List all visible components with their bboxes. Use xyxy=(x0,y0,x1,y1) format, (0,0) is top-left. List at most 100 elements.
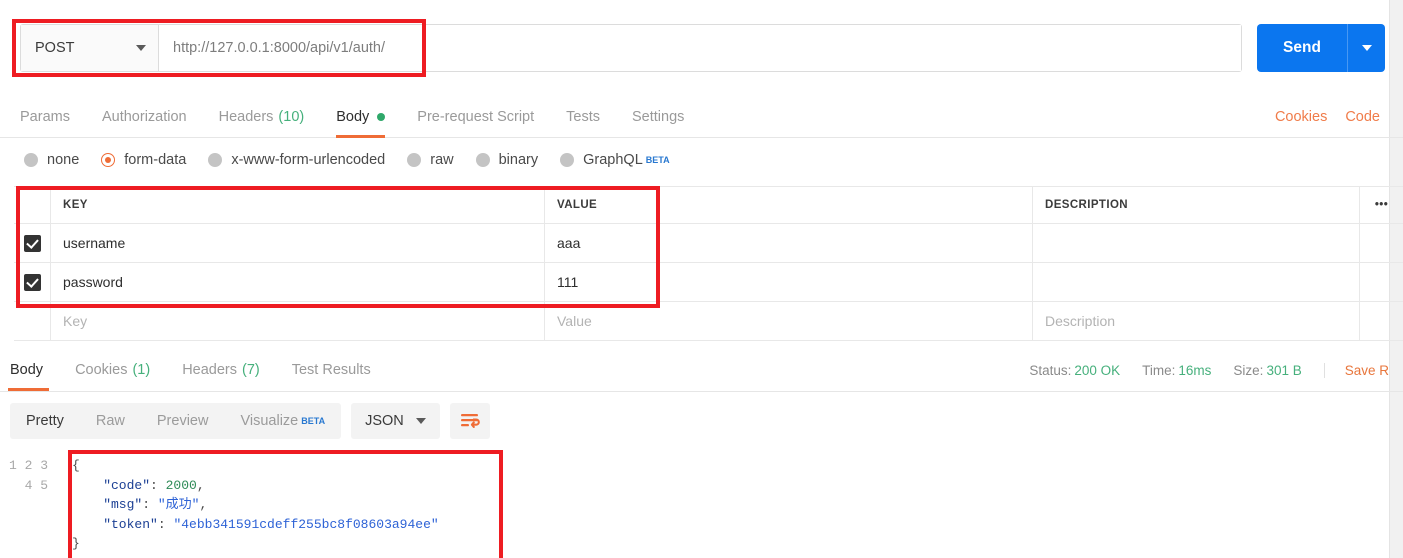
tab-tests[interactable]: Tests xyxy=(550,96,616,138)
response-format-label: JSON xyxy=(365,413,404,429)
row-value-input[interactable]: aaa xyxy=(544,224,1032,262)
view-pretty[interactable]: Pretty xyxy=(10,403,80,439)
response-tab-headers[interactable]: Headers (7) xyxy=(166,349,276,391)
view-raw[interactable]: Raw xyxy=(80,403,141,439)
tab-settings[interactable]: Settings xyxy=(616,96,700,138)
request-tabs: Params Authorization Headers (10) Body P… xyxy=(0,96,1403,138)
response-tab-cookies[interactable]: Cookies (1) xyxy=(59,349,166,391)
segment-label: Raw xyxy=(95,413,125,429)
radio-icon xyxy=(407,153,422,167)
json-open-brace: { xyxy=(72,458,80,473)
status-value: 200 OK xyxy=(1074,362,1121,378)
row-key-input[interactable]: password xyxy=(50,263,544,301)
row-checkbox[interactable] xyxy=(23,273,41,291)
header-checkbox-cell xyxy=(14,187,50,223)
tab-label: Headers xyxy=(182,361,237,378)
segment-label: Preview xyxy=(156,413,209,429)
empty-row-more-cell xyxy=(1359,302,1403,340)
empty-row-value-input[interactable]: Value xyxy=(544,302,1032,340)
row-description-input[interactable] xyxy=(1032,224,1359,262)
tab-authorization[interactable]: Authorization xyxy=(86,96,203,138)
tab-body[interactable]: Body xyxy=(320,96,401,138)
body-type-label: binary xyxy=(498,152,539,168)
table-row: username aaa xyxy=(14,224,1403,263)
tab-label: Tests xyxy=(566,108,600,125)
tab-count: (10) xyxy=(278,108,305,125)
table-header-row: KEY VALUE DESCRIPTION ••• xyxy=(14,187,1403,224)
url-group: POST http://127.0.0.1:8000/api/v1/auth/ xyxy=(20,24,1242,72)
response-tab-body[interactable]: Body xyxy=(4,349,59,391)
body-type-binary[interactable]: binary xyxy=(475,152,539,168)
size-label: Size: xyxy=(1233,362,1264,378)
json-colon: : xyxy=(142,497,158,512)
body-type-form-data[interactable]: form-data xyxy=(101,152,186,168)
row-checkbox[interactable] xyxy=(23,234,41,252)
json-code[interactable]: { "code": 2000, "msg": "成功", "token": "4… xyxy=(60,452,1403,558)
save-response-button[interactable]: Save R xyxy=(1323,362,1389,378)
response-view-segments: Pretty Raw Preview Visualize BETA xyxy=(10,403,342,439)
view-preview[interactable]: Preview xyxy=(141,403,225,439)
chevron-down-icon xyxy=(415,418,426,424)
json-close-brace: } xyxy=(72,536,80,551)
empty-row-key-input[interactable]: Key xyxy=(50,302,544,340)
response-body-json: 1 2 3 4 5 { "code": 2000, "msg": "成功", "… xyxy=(0,452,1403,558)
bulk-edit-more-icon[interactable]: ••• xyxy=(1359,187,1403,223)
time-badge: Time: 16ms xyxy=(1142,363,1211,378)
tab-pre-request-script[interactable]: Pre-request Script xyxy=(401,96,550,138)
json-key-code: "code" xyxy=(72,477,151,493)
url-bar-row: POST http://127.0.0.1:8000/api/v1/auth/ xyxy=(0,14,1403,82)
status-badge: Status: 200 OK xyxy=(1029,363,1120,378)
json-key-msg: "msg" xyxy=(72,497,143,512)
empty-row-description-input[interactable]: Description xyxy=(1032,302,1359,340)
tab-params[interactable]: Params xyxy=(4,96,86,138)
time-label: Time: xyxy=(1142,362,1176,378)
radio-icon xyxy=(24,153,38,167)
json-value-token: "4ebb341591cdeff255bc8f08603a94ee" xyxy=(173,516,439,532)
response-format-select[interactable]: JSON xyxy=(351,403,440,439)
segment-label: Visualize xyxy=(240,413,299,429)
send-button-label: Send xyxy=(1283,39,1321,56)
row-key-input[interactable]: username xyxy=(50,224,544,262)
body-type-label: raw xyxy=(430,152,454,168)
json-comma: , xyxy=(196,477,205,493)
http-method-select[interactable]: POST xyxy=(21,25,159,71)
radio-icon xyxy=(560,153,575,167)
time-value: 16ms xyxy=(1178,362,1212,378)
status-label: Status: xyxy=(1029,362,1072,378)
table-empty-row: Key Value Description xyxy=(14,302,1403,341)
header-description: DESCRIPTION xyxy=(1032,187,1359,223)
body-type-x-www-form-urlencoded[interactable]: x-www-form-urlencoded xyxy=(208,152,385,168)
segment-label: Pretty xyxy=(26,413,64,429)
beta-badge: BETA xyxy=(301,416,326,426)
body-type-graphql[interactable]: GraphQL BETA xyxy=(560,152,670,168)
view-visualize[interactable]: Visualize BETA xyxy=(224,403,341,439)
body-type-label: form-data xyxy=(124,152,187,168)
tab-label: Body xyxy=(336,108,370,125)
url-input[interactable]: http://127.0.0.1:8000/api/v1/auth/ xyxy=(159,25,1241,71)
response-tab-test-results[interactable]: Test Results xyxy=(276,349,387,391)
json-value-msg: "成功" xyxy=(157,497,200,512)
body-type-label: GraphQL xyxy=(583,152,643,168)
wrap-lines-button[interactable] xyxy=(449,403,490,439)
request-tabs-right-actions: Cookies Code xyxy=(1266,96,1389,138)
body-type-none[interactable]: none xyxy=(24,152,79,168)
row-description-input[interactable] xyxy=(1032,263,1359,301)
radio-icon xyxy=(101,153,116,167)
header-key: KEY xyxy=(50,187,544,223)
send-options-button[interactable] xyxy=(1347,24,1385,72)
tab-headers[interactable]: Headers (10) xyxy=(203,96,321,138)
row-checkbox-cell xyxy=(14,263,50,301)
beta-badge: BETA xyxy=(645,155,670,165)
line-number-gutter: 1 2 3 4 5 xyxy=(8,458,48,493)
code-link[interactable]: Code xyxy=(1336,109,1389,125)
json-value-code: 2000 xyxy=(165,477,197,493)
row-value-input[interactable]: 111 xyxy=(544,263,1032,301)
chevron-down-icon xyxy=(1361,45,1372,51)
body-type-raw[interactable]: raw xyxy=(407,152,454,168)
cookies-link[interactable]: Cookies xyxy=(1266,109,1336,125)
chevron-down-icon xyxy=(136,45,146,51)
body-active-dot-icon xyxy=(377,112,386,121)
tab-label: Authorization xyxy=(101,108,187,125)
send-button[interactable]: Send xyxy=(1257,24,1385,72)
